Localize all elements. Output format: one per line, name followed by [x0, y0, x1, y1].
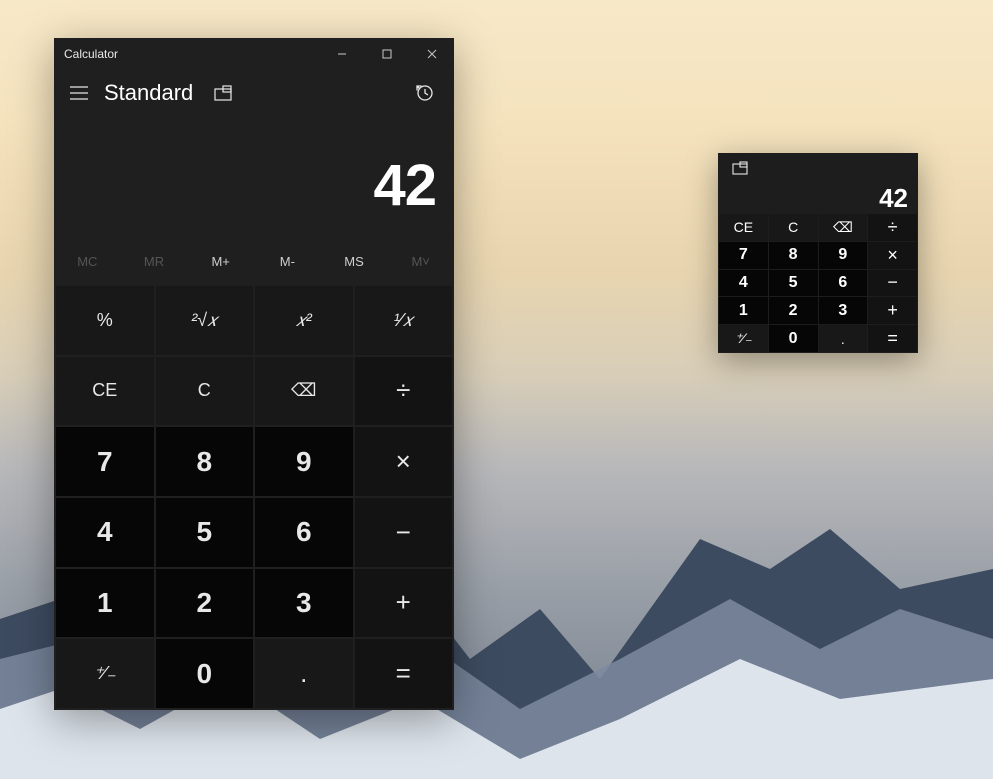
- digit-6[interactable]: 6: [255, 498, 353, 567]
- exit-compact-button[interactable]: [728, 156, 752, 180]
- digit-8[interactable]: 8: [156, 427, 254, 496]
- mini-equals-button[interactable]: =: [868, 325, 917, 352]
- calculator-window: Calculator Standard 42: [54, 38, 454, 710]
- mc-button: MC: [54, 244, 121, 278]
- mini-digit-0[interactable]: 0: [769, 325, 818, 352]
- titlebar[interactable]: Calculator: [54, 38, 454, 70]
- reciprocal-button[interactable]: ¹⁄𝑥: [355, 286, 453, 355]
- keep-on-top-button[interactable]: [207, 77, 239, 109]
- digit-0[interactable]: 0: [156, 639, 254, 708]
- mlist-button: M˅: [387, 244, 454, 278]
- mini-digit-1[interactable]: 1: [719, 297, 768, 324]
- equals-button[interactable]: =: [355, 639, 453, 708]
- c-button[interactable]: C: [156, 357, 254, 426]
- mini-negate-button[interactable]: ⁺⁄₋: [719, 325, 768, 352]
- digit-5[interactable]: 5: [156, 498, 254, 567]
- mini-display: 42: [718, 183, 918, 213]
- app-title: Calculator: [64, 47, 118, 61]
- mini-digit-3[interactable]: 3: [819, 297, 868, 324]
- multiply-button[interactable]: ×: [355, 427, 453, 496]
- ce-button[interactable]: CE: [56, 357, 154, 426]
- digit-3[interactable]: 3: [255, 569, 353, 638]
- square-button[interactable]: 𝑥²: [255, 286, 353, 355]
- mini-digit-6[interactable]: 6: [819, 270, 868, 297]
- keypad: % ²√𝑥 𝑥² ¹⁄𝑥 CE C ⌫ ÷ 7 8 9 × 4 5 6 − 1 …: [54, 284, 454, 710]
- negate-button[interactable]: ⁺⁄₋: [56, 639, 154, 708]
- percent-button[interactable]: %: [56, 286, 154, 355]
- header: Standard: [54, 70, 454, 116]
- decimal-button[interactable]: .: [255, 639, 353, 708]
- mini-decimal-button[interactable]: .: [819, 325, 868, 352]
- history-button[interactable]: [408, 77, 440, 109]
- mini-digit-5[interactable]: 5: [769, 270, 818, 297]
- mini-subtract-button[interactable]: −: [868, 270, 917, 297]
- mini-header[interactable]: [718, 153, 918, 183]
- memory-row: MC MR M+ M- MS M˅: [54, 244, 454, 278]
- sqrt-button[interactable]: ²√𝑥: [156, 286, 254, 355]
- mini-ce-button[interactable]: CE: [719, 214, 768, 241]
- backspace-button[interactable]: ⌫: [255, 357, 353, 426]
- digit-9[interactable]: 9: [255, 427, 353, 496]
- mini-digit-4[interactable]: 4: [719, 270, 768, 297]
- digit-7[interactable]: 7: [56, 427, 154, 496]
- mminus-button[interactable]: M-: [254, 244, 321, 278]
- add-button[interactable]: +: [355, 569, 453, 638]
- mini-digit-2[interactable]: 2: [769, 297, 818, 324]
- mini-c-button[interactable]: C: [769, 214, 818, 241]
- mini-multiply-button[interactable]: ×: [868, 242, 917, 269]
- menu-button[interactable]: [68, 82, 90, 104]
- digit-4[interactable]: 4: [56, 498, 154, 567]
- calculator-mini-window: 42 CEC⌫÷ 789× 456− 123+ ⁺⁄₋0.=: [718, 153, 918, 353]
- mini-digit-8[interactable]: 8: [769, 242, 818, 269]
- mini-digit-7[interactable]: 7: [719, 242, 768, 269]
- mplus-button[interactable]: M+: [187, 244, 254, 278]
- minimize-button[interactable]: [319, 39, 364, 69]
- mini-keypad: CEC⌫÷ 789× 456− 123+ ⁺⁄₋0.=: [718, 213, 918, 353]
- ms-button[interactable]: MS: [321, 244, 388, 278]
- mini-digit-9[interactable]: 9: [819, 242, 868, 269]
- display: 42: [54, 116, 454, 244]
- close-button[interactable]: [409, 39, 454, 69]
- divide-button[interactable]: ÷: [355, 357, 453, 426]
- subtract-button[interactable]: −: [355, 498, 453, 567]
- digit-1[interactable]: 1: [56, 569, 154, 638]
- maximize-button[interactable]: [364, 39, 409, 69]
- mr-button: MR: [121, 244, 188, 278]
- mini-divide-button[interactable]: ÷: [868, 214, 917, 241]
- mode-label: Standard: [104, 80, 193, 106]
- mini-add-button[interactable]: +: [868, 297, 917, 324]
- digit-2[interactable]: 2: [156, 569, 254, 638]
- mini-backspace-button[interactable]: ⌫: [819, 214, 868, 241]
